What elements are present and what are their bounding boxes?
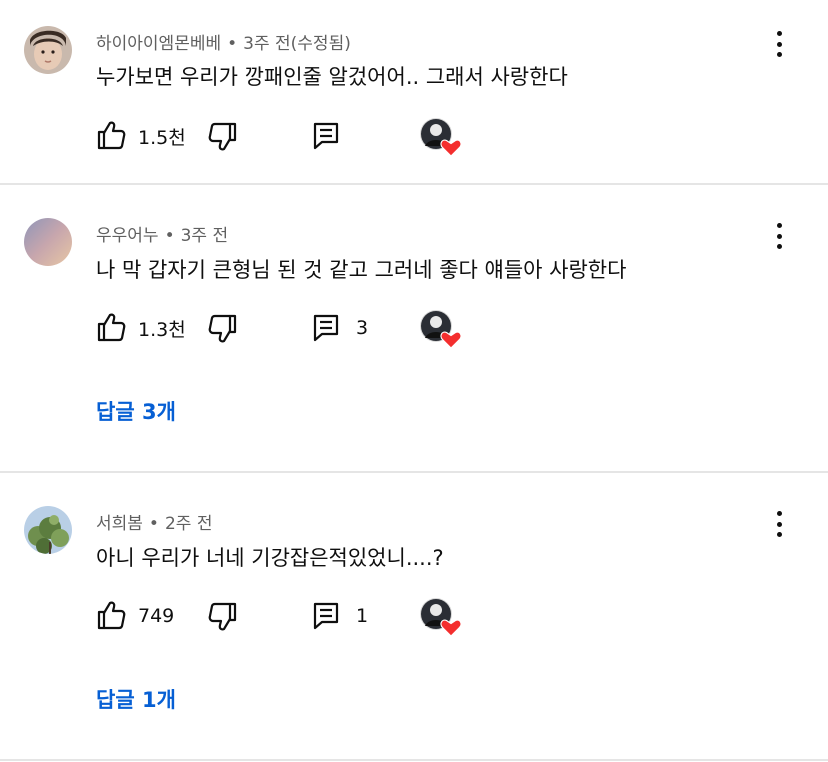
dislike-button[interactable] bbox=[208, 600, 240, 632]
author-name[interactable]: 하이아이엠몬베베 bbox=[96, 34, 221, 54]
thumb-down-icon bbox=[208, 314, 237, 343]
more-vert-icon[interactable] bbox=[766, 29, 792, 59]
heart-icon bbox=[440, 139, 462, 157]
dislike-button[interactable] bbox=[208, 312, 240, 344]
avatar[interactable] bbox=[24, 218, 72, 266]
creator-heart bbox=[420, 310, 462, 350]
heart-icon bbox=[440, 619, 462, 637]
separator-dot: • bbox=[164, 226, 175, 246]
like-button[interactable]: 1.3천 bbox=[96, 312, 186, 344]
comment-time: 3주 전(수정됨) bbox=[243, 34, 351, 54]
comment-meta: 하이아이엠몬베베 • 3주 전(수정됨) bbox=[96, 29, 351, 54]
avatar[interactable] bbox=[24, 26, 72, 74]
action-bar: 1.3천 3 bbox=[96, 310, 496, 349]
thumb-up-icon bbox=[97, 121, 126, 150]
more-vert-icon[interactable] bbox=[766, 509, 792, 539]
thumb-up-icon bbox=[97, 601, 126, 630]
dislike-button[interactable] bbox=[208, 120, 240, 152]
reply-count: 3 bbox=[356, 317, 369, 339]
action-bar: 749 1 bbox=[96, 598, 496, 637]
reply-button[interactable]: 3 bbox=[312, 312, 368, 344]
more-vert-icon[interactable] bbox=[766, 221, 792, 251]
separator-dot: • bbox=[148, 514, 159, 534]
view-replies-link[interactable]: 답글 1개 bbox=[96, 684, 176, 714]
like-button[interactable]: 1.5천 bbox=[96, 120, 186, 152]
comment-text: 나 막 갑자기 큰형님 된 것 같고 그러네 좋다 얘들아 사랑한다 bbox=[96, 258, 627, 282]
divider bbox=[0, 471, 828, 473]
comment-meta: 서희봄 • 2주 전 bbox=[96, 509, 212, 534]
divider bbox=[0, 183, 828, 185]
creator-heart bbox=[420, 118, 462, 158]
reply-button[interactable] bbox=[312, 120, 350, 152]
reply-icon bbox=[313, 314, 339, 342]
separator-dot: • bbox=[227, 34, 238, 54]
like-button[interactable]: 749 bbox=[96, 600, 174, 632]
thumb-down-icon bbox=[208, 602, 237, 631]
like-count: 749 bbox=[138, 605, 175, 627]
like-count: 1.3천 bbox=[138, 318, 186, 341]
comment-text: 누가보면 우리가 깡패인줄 알겄어어.. 그래서 사랑한다 bbox=[96, 65, 568, 89]
reply-icon bbox=[313, 122, 339, 150]
view-replies-link[interactable]: 답글 3개 bbox=[96, 396, 176, 426]
reply-icon bbox=[313, 602, 339, 630]
comment-meta: 우우어누 • 3주 전 bbox=[96, 221, 228, 246]
reply-button[interactable]: 1 bbox=[312, 600, 368, 632]
comment-text: 아니 우리가 너네 기강잡은적있었니....? bbox=[96, 546, 444, 570]
comment-time: 3주 전 bbox=[180, 226, 229, 246]
like-count: 1.5천 bbox=[138, 126, 186, 149]
thumb-up-icon bbox=[97, 313, 126, 342]
heart-icon bbox=[440, 331, 462, 349]
author-name[interactable]: 서희봄 bbox=[96, 514, 143, 534]
comment-time: 2주 전 bbox=[164, 514, 213, 534]
action-bar: 1.5천 bbox=[96, 118, 496, 157]
author-name[interactable]: 우우어누 bbox=[96, 226, 159, 246]
thumb-down-icon bbox=[208, 122, 237, 151]
reply-count: 1 bbox=[356, 605, 369, 627]
creator-heart bbox=[420, 598, 462, 638]
avatar[interactable] bbox=[24, 506, 72, 554]
divider bbox=[0, 759, 828, 761]
